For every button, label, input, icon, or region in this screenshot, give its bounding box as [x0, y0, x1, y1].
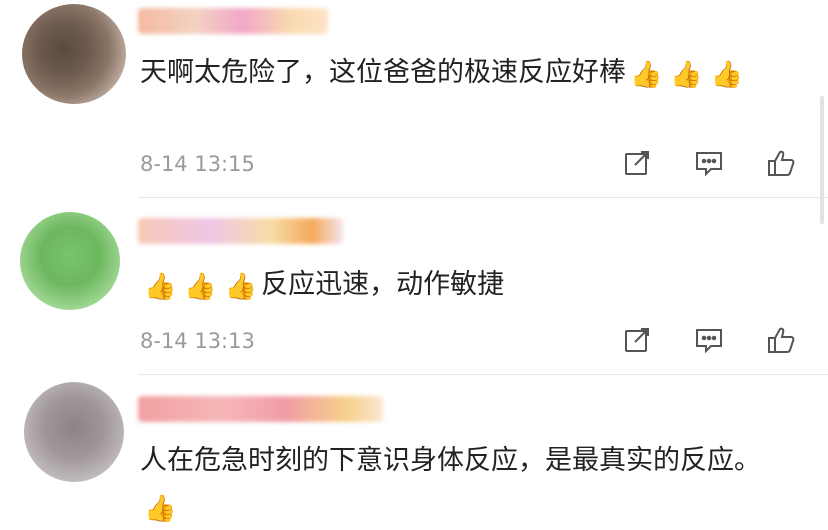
like-icon[interactable]: [764, 146, 798, 180]
comment-timestamp: 8-14 13:13: [140, 329, 255, 353]
username-blurred[interactable]: [138, 396, 383, 422]
comment-text: 天啊太危险了，这位爸爸的极速反应好棒 👍 👍 👍: [140, 57, 744, 90]
divider: [138, 197, 828, 198]
thumbs-up-emoji: 👍: [630, 60, 663, 90]
comment-icon[interactable]: [692, 323, 726, 357]
avatar[interactable]: [20, 212, 120, 310]
thumbs-up-emoji: 👍: [144, 272, 177, 302]
divider: [138, 374, 828, 375]
comment-actions: [620, 323, 798, 357]
scrollbar[interactable]: [820, 96, 824, 224]
like-icon[interactable]: [764, 323, 798, 357]
thumbs-up-emoji: 👍: [710, 60, 744, 90]
share-icon[interactable]: [620, 146, 654, 180]
avatar[interactable]: [24, 382, 124, 482]
thumbs-up-emoji: 👍: [670, 60, 703, 90]
username-blurred[interactable]: [138, 218, 343, 244]
comment-actions: [620, 146, 798, 180]
comment-text: 👍 👍 👍 反应迅速，动作敏捷: [144, 269, 505, 302]
thumbs-up-emoji: 👍: [224, 272, 258, 302]
share-icon[interactable]: [620, 323, 654, 357]
thumbs-up-emoji: 👍: [144, 494, 177, 524]
comment-text: 人在危急时刻的下意识身体反应，是最真实的反应。👍: [140, 445, 761, 524]
comment-icon[interactable]: [692, 146, 726, 180]
username-blurred[interactable]: [138, 8, 328, 34]
thumbs-up-emoji: 👍: [184, 272, 217, 302]
avatar[interactable]: [22, 4, 126, 104]
comment-timestamp: 8-14 13:15: [140, 152, 255, 176]
